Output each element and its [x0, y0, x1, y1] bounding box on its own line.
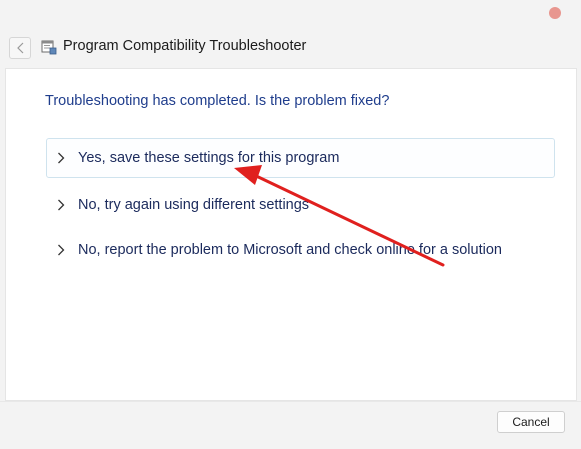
back-button[interactable]: [9, 37, 31, 59]
close-button[interactable]: [549, 7, 561, 19]
page-heading: Troubleshooting has completed. Is the pr…: [45, 93, 390, 109]
option-label: Yes, save these settings for this progra…: [78, 150, 340, 166]
troubleshooter-icon: [41, 40, 57, 55]
chevron-right-icon: [58, 152, 65, 164]
window-title: Program Compatibility Troubleshooter: [63, 38, 307, 54]
cancel-button[interactable]: Cancel: [497, 411, 565, 433]
option-label: No, try again using different settings: [78, 197, 310, 213]
option-yes-save-settings[interactable]: Yes, save these settings for this progra…: [46, 138, 555, 178]
troubleshooter-window: Program Compatibility Troubleshooter Tro…: [0, 0, 581, 449]
chevron-right-icon: [58, 244, 65, 256]
chevron-right-icon: [58, 199, 65, 211]
back-arrow-icon: [17, 42, 24, 54]
content-panel: Troubleshooting has completed. Is the pr…: [5, 68, 577, 401]
option-try-again[interactable]: No, try again using different settings: [46, 185, 555, 225]
footer-divider: [0, 401, 581, 402]
option-report-problem[interactable]: No, report the problem to Microsoft and …: [46, 230, 555, 270]
option-label: No, report the problem to Microsoft and …: [78, 242, 502, 258]
